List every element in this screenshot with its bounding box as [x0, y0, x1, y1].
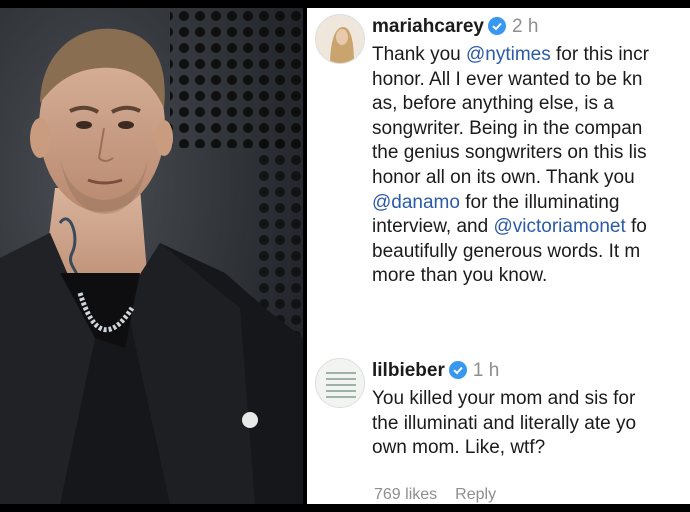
celebrity-photo: [0, 8, 303, 504]
comment-line: interview, and @victoriamonet fo: [372, 215, 690, 240]
comment-text-segment: fo: [625, 216, 647, 238]
comment-text-segment: own mom. Like, wtf?: [372, 437, 546, 459]
photo-illustration: [0, 8, 303, 504]
comment-text-segment: honor all on its own. Thank you: [372, 166, 635, 188]
comment-text-segment: as, before anything else, is a: [372, 93, 614, 115]
timestamp: 1 h: [472, 360, 500, 381]
comment-line: the illuminati and literally ate yo: [372, 412, 690, 437]
comment-line: Thank you @nytimes for this incr: [372, 43, 690, 68]
avatar[interactable]: [315, 14, 365, 64]
instagram-comments-screenshot: mariahcarey 2 h Thank you @nytimes for th…: [307, 8, 690, 504]
comment-body: mariahcarey 2 h Thank you @nytimes for th…: [372, 14, 690, 289]
comment-text-segment: honor. All I ever wanted to be kn: [372, 68, 643, 90]
comment-text-segment: the illuminati and literally ate yo: [372, 412, 637, 434]
comment-line: @danamo for the illuminating: [372, 191, 690, 216]
comment-line: songwriter. Being in the compan: [372, 117, 690, 142]
comment-text: Thank you @nytimes for this incr honor. A…: [372, 43, 690, 289]
comment-text-segment: Thank you: [372, 44, 466, 65]
comment-header: mariahcarey 2 h: [372, 14, 690, 43]
comment-actions: 769 likes Reply: [374, 486, 496, 504]
comment-line: own mom. Like, wtf?: [372, 436, 690, 461]
comment-text-segment: songwriter. Being in the compan: [372, 117, 643, 139]
comment-line: the genius songwriters on this lis: [372, 141, 690, 166]
avatar[interactable]: [315, 358, 365, 408]
comment-line: as, before anything else, is a: [372, 92, 690, 117]
mention-link[interactable]: @victoriamonet: [493, 216, 625, 237]
comment-text: You killed your mom and sis for the illum…: [372, 387, 690, 461]
comment-text-segment: the genius songwriters on this lis: [372, 142, 647, 164]
collage-frame: mariahcarey 2 h Thank you @nytimes for th…: [0, 0, 690, 512]
comment-text-segment: more than you know.: [372, 265, 548, 287]
mention-link[interactable]: @nytimes: [466, 44, 551, 65]
username[interactable]: lilbieber: [372, 360, 445, 381]
comment-header: lilbieber 1 h: [372, 358, 690, 387]
timestamp: 2 h: [511, 16, 539, 37]
comment-line: honor. All I ever wanted to be kn: [372, 68, 690, 93]
username[interactable]: mariahcarey: [372, 16, 484, 37]
reply-button[interactable]: Reply: [455, 486, 496, 503]
verified-badge-icon: [487, 17, 506, 43]
comment-text-segment: beautifully generous words. It m: [372, 240, 641, 262]
comment-line: beautifully generous words. It m: [372, 240, 690, 265]
comment-line: more than you know.: [372, 264, 690, 289]
comment-body: lilbieber 1 h You killed your mom and sis…: [372, 358, 690, 461]
comment-line: honor all on its own. Thank you: [372, 166, 690, 191]
mention-link[interactable]: @danamo: [372, 192, 460, 213]
verified-badge-icon: [448, 361, 467, 387]
avatar-image: [316, 359, 364, 407]
comment-text-segment: You killed your mom and sis for: [372, 388, 636, 409]
comment-line: You killed your mom and sis for: [372, 387, 690, 412]
comment-text-segment: for the illuminating: [459, 191, 620, 213]
likes-count[interactable]: 769 likes: [374, 486, 437, 503]
comment-text-segment: interview, and: [372, 216, 494, 238]
avatar-image: [316, 15, 364, 63]
comment-text-segment: for this incr: [550, 44, 649, 65]
